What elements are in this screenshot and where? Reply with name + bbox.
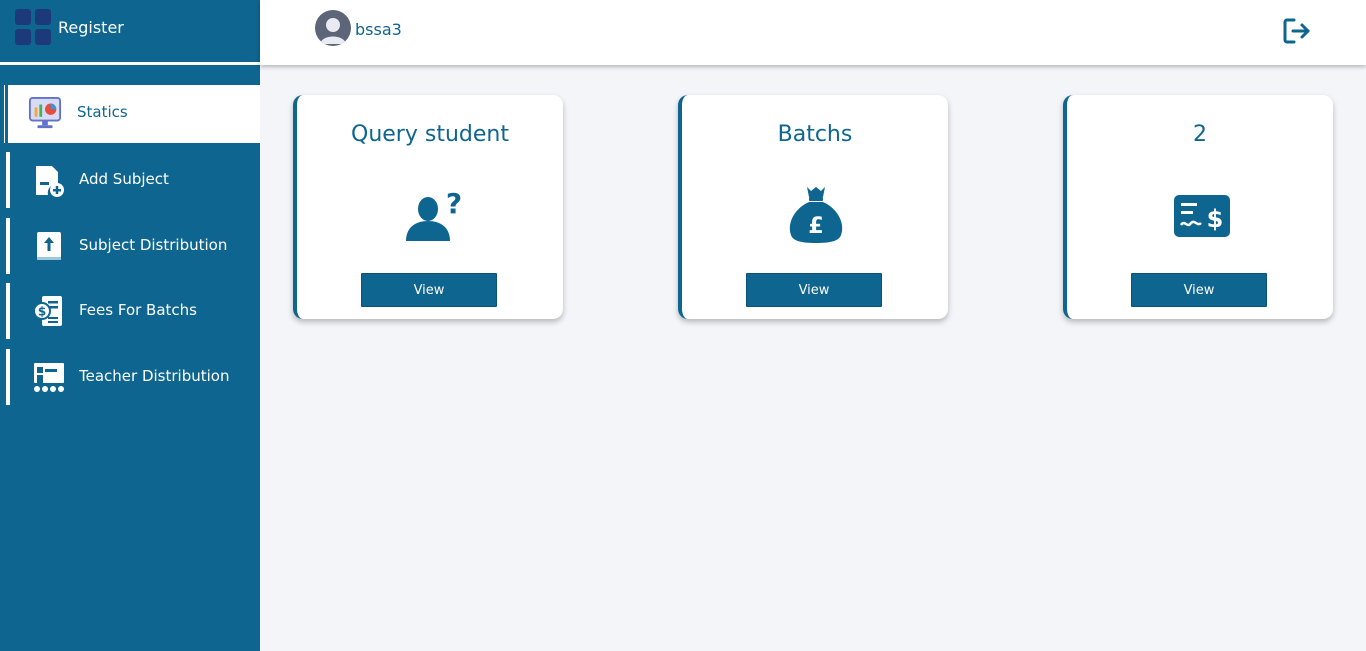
statistics-monitor-icon: [28, 96, 62, 129]
sidebar-item-label: Add Subject: [79, 170, 169, 188]
person-question-icon: ?: [406, 187, 462, 241]
view-button[interactable]: View: [361, 273, 497, 307]
logout-icon[interactable]: [1282, 17, 1312, 45]
check-dollar-icon: $: [1174, 195, 1230, 237]
brand-title: Register: [58, 18, 124, 37]
sidebar-item-subject-distribution[interactable]: Subject Distribution: [6, 218, 260, 274]
brand[interactable]: Register: [0, 0, 260, 62]
svg-text:£: £: [808, 214, 823, 239]
card-query-student: Query student ? View: [293, 95, 563, 319]
money-bag-pound-icon: £: [789, 187, 843, 243]
sidebar-item-label: Subject Distribution: [79, 236, 228, 254]
card-title: 2: [1193, 122, 1207, 147]
svg-text:$: $: [38, 305, 46, 319]
app-logo-icon: [15, 9, 51, 45]
sidebar-item-label: Fees For Batchs: [79, 301, 197, 319]
sidebar-item-fees-for-batchs[interactable]: $ Fees For Batchs: [6, 283, 260, 339]
teacher-board-icon: [34, 363, 64, 392]
top-bar: bssa3: [260, 0, 1366, 65]
avatar[interactable]: [315, 10, 351, 46]
view-button[interactable]: View: [1131, 273, 1267, 307]
upload-document-icon: [37, 232, 61, 260]
view-button[interactable]: View: [746, 273, 882, 307]
username: bssa3: [355, 20, 402, 39]
card-title: Query student: [351, 122, 509, 147]
sidebar-item-label: Teacher Distribution: [79, 367, 230, 385]
sidebar-item-label: Statics: [77, 103, 128, 121]
card-fees: 2 $ View: [1063, 95, 1333, 319]
add-document-icon: [36, 166, 64, 197]
card-title: Batchs: [777, 122, 853, 147]
svg-text:?: ?: [446, 187, 462, 220]
sidebar-item-teacher-distribution[interactable]: Teacher Distribution: [6, 349, 260, 405]
divider: [0, 62, 260, 65]
user-avatar-icon: [315, 10, 351, 46]
sidebar-item-add-subject[interactable]: Add Subject: [6, 152, 260, 208]
fees-invoice-icon: $: [33, 296, 62, 326]
sidebar-item-statics[interactable]: Statics: [4, 85, 260, 143]
svg-text:$: $: [1207, 205, 1224, 233]
card-batchs: Batchs £ View: [678, 95, 948, 319]
sidebar: Register Statics Add Subject Subject Dis…: [0, 0, 260, 651]
